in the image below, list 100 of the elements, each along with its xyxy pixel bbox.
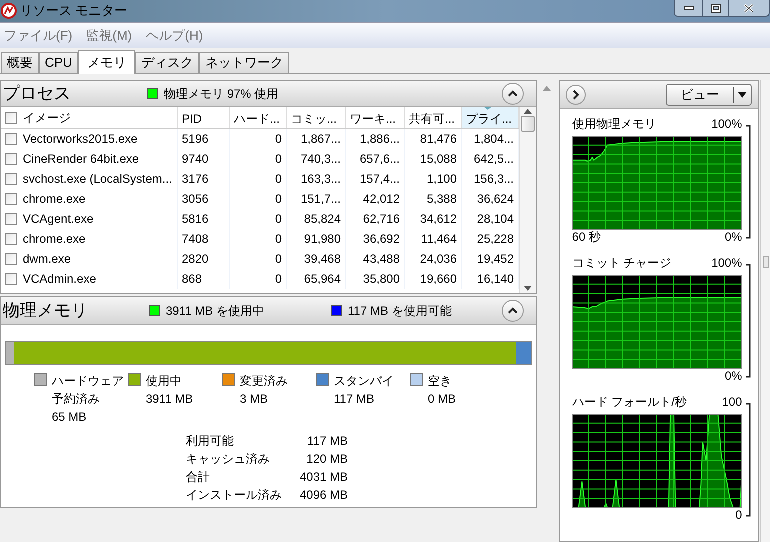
process-name: dwm.exe xyxy=(23,251,72,268)
table-cell: 35,800 xyxy=(346,269,405,289)
process-name: VCAgent.exe xyxy=(23,211,94,228)
table-cell: 1,100 xyxy=(405,169,462,189)
section-header[interactable]: 物理メモリ 3911 MB を使用中 117 MB を使用可能 xyxy=(1,297,536,325)
table-cell: 3176 xyxy=(178,169,230,189)
column-label: プライ... xyxy=(466,112,512,126)
chevron-right-icon xyxy=(572,90,580,100)
minimize-icon xyxy=(684,6,694,10)
column-label: イメージ xyxy=(23,110,71,126)
checkbox[interactable] xyxy=(5,193,17,205)
legend-value: 3 MB xyxy=(240,391,270,408)
scrollbar[interactable] xyxy=(519,107,536,293)
scale-label: 0 xyxy=(736,507,742,524)
scale-label: 100 xyxy=(722,394,742,411)
scroll-thumb[interactable] xyxy=(521,116,536,132)
checkbox[interactable] xyxy=(5,173,17,185)
legend-label: 変更済み xyxy=(240,373,289,390)
time-span-label: 60 秒 xyxy=(572,229,601,246)
table-cell: 85,824 xyxy=(287,209,346,229)
maximize-button[interactable] xyxy=(703,0,729,16)
menu-item[interactable]: ファイル(F) xyxy=(0,26,77,46)
summary-label: 利用可能 xyxy=(186,433,235,450)
table-cell: 0 xyxy=(230,129,287,149)
checkbox[interactable] xyxy=(5,153,17,165)
sort-arrow-icon xyxy=(484,107,492,110)
table-cell: 868 xyxy=(178,269,230,289)
process-name: svchost.exe (LocalSystem... xyxy=(23,171,172,188)
scale-bracket-icon xyxy=(746,403,752,517)
table-cell: 62,716 xyxy=(346,209,405,229)
table-cell: 42,012 xyxy=(346,189,405,209)
checkbox[interactable] xyxy=(5,112,17,124)
table-cell: 34,612 xyxy=(405,209,462,229)
scroll-up-icon xyxy=(543,86,552,91)
expand-button[interactable] xyxy=(566,84,586,104)
table-cell: 0 xyxy=(230,249,287,269)
table-cell: 5,388 xyxy=(405,189,462,209)
table-cell: 36,692 xyxy=(346,229,405,249)
process-name: Vectorworks2015.exe xyxy=(23,131,138,148)
checkbox[interactable] xyxy=(5,133,17,145)
scrollbar[interactable] xyxy=(760,80,770,542)
collapse-button[interactable] xyxy=(502,82,524,104)
legend-value: 117 MB xyxy=(334,391,376,408)
graph-title: ハード フォールト/秒 xyxy=(572,394,687,411)
view-dropdown[interactable]: ビュー xyxy=(666,84,752,106)
tab[interactable]: ネットワーク xyxy=(199,52,290,73)
table-cell: 1,867... xyxy=(287,129,346,149)
table-cell: 163,3... xyxy=(287,169,346,189)
table-cell: 9740 xyxy=(178,149,230,169)
table-cell: 0 xyxy=(230,169,287,189)
process-name: VCAdmin.exe xyxy=(23,271,96,288)
minimize-button[interactable] xyxy=(675,0,703,16)
table-cell: 65,964 xyxy=(287,269,346,289)
summary-value: 120 MB xyxy=(306,451,348,468)
table-cell: 39,468 xyxy=(287,249,346,269)
column-label: ワーキ... xyxy=(350,112,396,126)
section-header[interactable]: プロセス 物理メモリ 97% 使用 xyxy=(1,81,536,107)
summary-label: 合計 xyxy=(186,469,211,486)
table-cell: 1,886... xyxy=(346,129,405,149)
checkbox[interactable] xyxy=(5,253,17,265)
close-button[interactable] xyxy=(729,0,769,16)
tab[interactable]: 概要 xyxy=(1,52,39,73)
table-cell: 81,476 xyxy=(405,129,462,149)
legend-label: ハードウェア予約済み xyxy=(52,373,125,408)
table-cell: 5816 xyxy=(178,209,230,229)
graph-title: コミット チャージ xyxy=(572,255,672,272)
table-cell: 15,088 xyxy=(405,149,462,169)
maximize-icon xyxy=(710,4,720,12)
summary-value: 4031 MB xyxy=(298,469,348,486)
scroll-thumb[interactable] xyxy=(762,256,768,268)
checkbox[interactable] xyxy=(5,213,17,225)
summary-label: インストール済み xyxy=(186,487,283,504)
window-title: リソース モニター xyxy=(20,2,128,20)
memory-usage-label: 物理メモリ 97% 使用 xyxy=(164,86,279,102)
tab[interactable]: CPU xyxy=(39,52,78,73)
table-cell: 0 xyxy=(230,209,287,229)
column-label: コミッ... xyxy=(291,112,338,126)
column-header[interactable]: プライ... xyxy=(462,107,519,128)
scale-label: 100% xyxy=(712,116,742,133)
table-cell: 24,036 xyxy=(405,249,462,269)
tab[interactable]: メモリ xyxy=(78,50,136,74)
checkbox[interactable] xyxy=(5,273,17,285)
table-cell: 0 xyxy=(230,149,287,169)
process-name: chrome.exe xyxy=(23,191,86,208)
menu-item[interactable]: 監視(M) xyxy=(82,26,136,46)
legend-value: 65 MB xyxy=(52,409,88,426)
menu-item[interactable]: ヘルプ(H) xyxy=(142,26,208,46)
process-name: CineRender 64bit.exe xyxy=(23,151,140,168)
table-cell: 91,980 xyxy=(287,229,346,249)
table-cell: 740,3... xyxy=(287,149,346,169)
table-cell: 0 xyxy=(230,189,287,209)
checkbox[interactable] xyxy=(5,233,17,245)
legend-value: 0 MB xyxy=(428,391,458,408)
table-cell: 0 xyxy=(230,229,287,249)
scale-bracket-icon xyxy=(746,264,752,378)
collapse-button[interactable] xyxy=(502,300,524,322)
scale-label: 100% xyxy=(712,255,742,272)
tab[interactable]: ディスク xyxy=(135,52,200,73)
table-cell: 11,464 xyxy=(405,229,462,249)
table-cell: 3056 xyxy=(178,189,230,209)
